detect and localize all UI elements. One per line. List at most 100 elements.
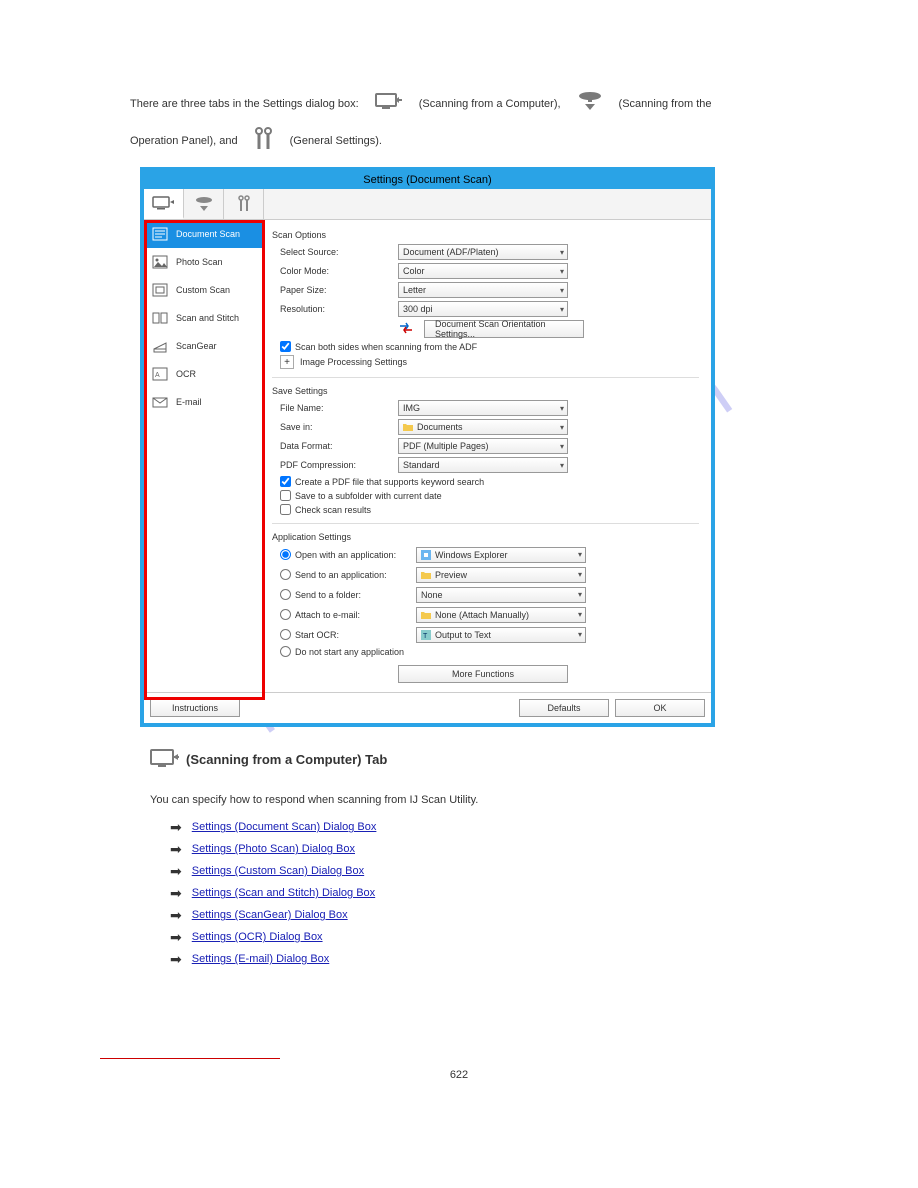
intro-text-2: (Scanning from a Computer),	[419, 96, 561, 114]
explorer-icon	[421, 550, 431, 560]
arrow-icon: ➡	[170, 929, 182, 946]
scangear-icon	[152, 339, 168, 353]
text-icon: T	[421, 630, 431, 640]
pdf-compression-dropdown[interactable]: Standard	[398, 457, 568, 473]
sidebar-item-ocr[interactable]: A OCR	[144, 360, 263, 388]
link-email[interactable]: Settings (E-mail) Dialog Box	[192, 953, 330, 965]
paper-size-dropdown[interactable]: Letter	[398, 282, 568, 298]
checkbox-input[interactable]	[280, 341, 291, 352]
document-scan-icon	[152, 227, 168, 241]
link-custom-scan[interactable]: Settings (Custom Scan) Dialog Box	[192, 865, 364, 877]
orientation-settings-button[interactable]: Document Scan Orientation Settings...	[424, 320, 584, 338]
send-to-folder-dropdown[interactable]: None	[416, 587, 586, 603]
intro-text-5: (General Settings).	[290, 133, 382, 151]
sidebar-item-scan-stitch[interactable]: Scan and Stitch	[144, 304, 263, 332]
link-list: ➡ Settings (Document Scan) Dialog Box ➡ Se…	[170, 819, 898, 968]
file-name-input[interactable]: IMG	[398, 400, 568, 416]
select-source-dropdown[interactable]: Document (ADF/Platen)	[398, 244, 568, 260]
sidebar-label: Scan and Stitch	[176, 313, 239, 323]
tab-general[interactable]	[224, 189, 264, 219]
arrow-icon: ➡	[170, 841, 182, 858]
dialog-footer: Instructions Defaults OK	[144, 692, 711, 723]
link-photo-scan[interactable]: Settings (Photo Scan) Dialog Box	[192, 843, 355, 855]
tab-description: You can specify how to respond when scan…	[150, 794, 478, 806]
intro-text-4: Operation Panel), and	[130, 133, 238, 151]
send-to-app-radio[interactable]: Send to an application:	[280, 569, 410, 580]
photo-scan-icon	[152, 255, 168, 269]
scan-from-panel-icon	[577, 90, 603, 119]
custom-scan-icon	[152, 283, 168, 297]
open-with-dropdown[interactable]: Windows Explorer	[416, 547, 586, 563]
page-number: 622	[20, 1069, 898, 1081]
open-with-app-radio[interactable]: Open with an application:	[280, 549, 410, 560]
sidebar-item-email[interactable]: E-mail	[144, 388, 263, 416]
intro-text-3: (Scanning from the	[619, 96, 712, 114]
folder-icon	[403, 422, 413, 432]
check-results-checkbox[interactable]: Check scan results	[280, 504, 699, 515]
save-in-dropdown[interactable]: Documents	[398, 419, 568, 435]
scan-stitch-icon	[152, 311, 168, 325]
send-to-folder-radio[interactable]: Send to a folder:	[280, 589, 410, 600]
select-source-label: Select Source:	[272, 247, 392, 257]
sidebar-label: ScanGear	[176, 341, 217, 351]
data-format-dropdown[interactable]: PDF (Multiple Pages)	[398, 438, 568, 454]
scan-from-computer-icon	[375, 91, 403, 118]
tab-section-heading: (Scanning from a Computer) Tab	[186, 752, 387, 767]
sidebar-label: Document Scan	[176, 229, 240, 239]
intro-text-1: There are three tabs in the Settings dia…	[130, 96, 359, 114]
send-to-app-dropdown[interactable]: Preview	[416, 567, 586, 583]
general-settings-icon	[254, 127, 274, 158]
expand-image-processing-button[interactable]: +	[280, 355, 294, 369]
swap-icon[interactable]	[398, 321, 414, 337]
sidebar-item-document-scan[interactable]: Document Scan	[144, 220, 263, 248]
link-ocr[interactable]: Settings (OCR) Dialog Box	[192, 931, 323, 943]
data-format-label: Data Format:	[272, 441, 392, 451]
sidebar-label: E-mail	[176, 397, 202, 407]
folder-icon	[421, 610, 431, 620]
link-document-scan[interactable]: Settings (Document Scan) Dialog Box	[192, 821, 377, 833]
sidebar-label: OCR	[176, 369, 196, 379]
ok-button[interactable]: OK	[615, 699, 705, 717]
scan-both-sides-checkbox[interactable]: Scan both sides when scanning from the A…	[280, 341, 699, 352]
save-subfolder-checkbox[interactable]: Save to a subfolder with current date	[280, 490, 699, 501]
do-not-start-radio[interactable]: Do not start any application	[280, 646, 699, 657]
more-functions-button[interactable]: More Functions	[398, 665, 568, 683]
defaults-button[interactable]: Defaults	[519, 699, 609, 717]
file-name-label: File Name:	[272, 403, 392, 413]
sidebar-label: Photo Scan	[176, 257, 223, 267]
instructions-button[interactable]: Instructions	[150, 699, 240, 717]
resolution-label: Resolution:	[272, 304, 392, 314]
sidebar-item-scangear[interactable]: ScanGear	[144, 332, 263, 360]
color-mode-dropdown[interactable]: Color	[398, 263, 568, 279]
attach-email-radio[interactable]: Attach to e-mail:	[280, 609, 410, 620]
tab-bar	[144, 189, 711, 220]
save-settings-heading: Save Settings	[272, 386, 699, 396]
start-ocr-radio[interactable]: Start OCR:	[280, 629, 410, 640]
image-processing-label: Image Processing Settings	[300, 357, 407, 367]
sidebar-label: Custom Scan	[176, 285, 230, 295]
scan-options-heading: Scan Options	[272, 230, 699, 240]
scan-from-computer-icon	[150, 747, 180, 772]
paper-size-label: Paper Size:	[272, 285, 392, 295]
intro-paragraph: There are three tabs in the Settings dia…	[130, 90, 848, 157]
svg-text:T: T	[423, 633, 428, 640]
link-scan-stitch[interactable]: Settings (Scan and Stitch) Dialog Box	[192, 887, 375, 899]
create-pdf-keyword-checkbox[interactable]: Create a PDF file that supports keyword …	[280, 476, 699, 487]
ocr-icon: A	[152, 367, 168, 381]
arrow-icon: ➡	[170, 819, 182, 836]
main-panel: Scan Options Select Source: Document (AD…	[264, 220, 711, 692]
start-ocr-dropdown[interactable]: T Output to Text	[416, 627, 586, 643]
tab-scan-computer[interactable]	[144, 189, 184, 219]
arrow-icon: ➡	[170, 951, 182, 968]
settings-dialog: Settings (Document Scan) Document Scan	[140, 167, 715, 727]
arrow-icon: ➡	[170, 885, 182, 902]
sidebar-item-photo-scan[interactable]: Photo Scan	[144, 248, 263, 276]
tab-scan-panel[interactable]	[184, 189, 224, 219]
link-scangear[interactable]: Settings (ScanGear) Dialog Box	[192, 909, 348, 921]
attach-email-dropdown[interactable]: None (Attach Manually)	[416, 607, 586, 623]
sidebar-item-custom-scan[interactable]: Custom Scan	[144, 276, 263, 304]
arrow-icon: ➡	[170, 907, 182, 924]
sidebar: Document Scan Photo Scan Custom Scan Sca…	[144, 220, 264, 692]
resolution-dropdown[interactable]: 300 dpi	[398, 301, 568, 317]
pdf-compression-label: PDF Compression:	[272, 460, 392, 470]
